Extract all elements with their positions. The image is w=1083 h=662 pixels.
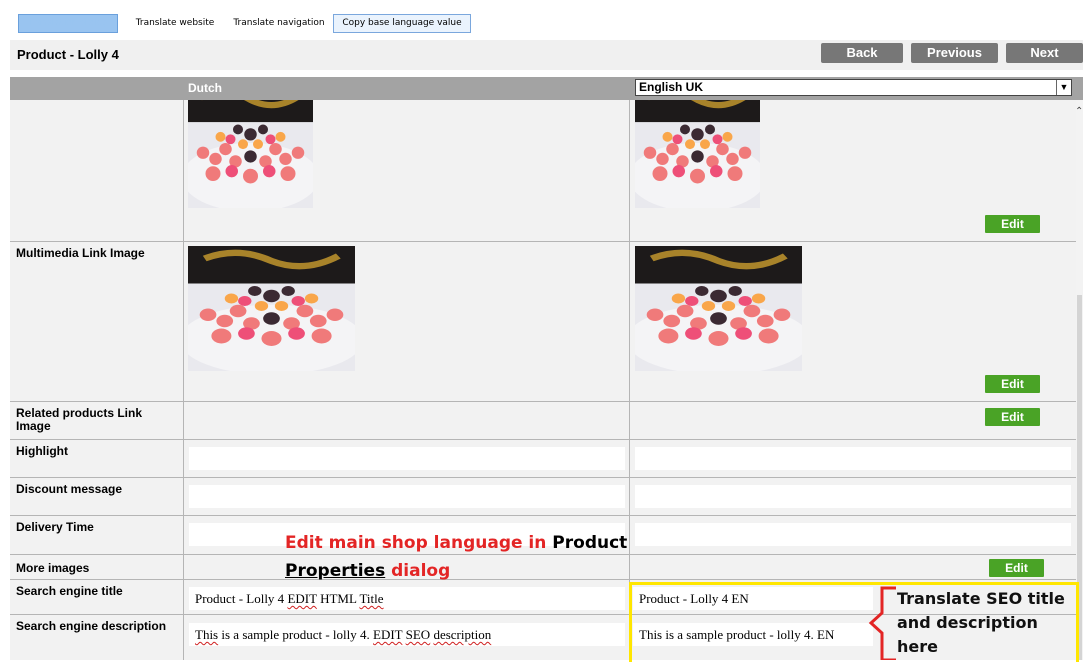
multimedia-image	[635, 246, 802, 371]
annotation-text: Product	[552, 533, 628, 553]
dutch-cell	[184, 100, 630, 241]
english-cell: Edit	[630, 100, 1076, 241]
tab-translate-website[interactable]: Translate website	[130, 14, 220, 33]
table-row-related: Related products Link Image Edit	[10, 402, 1076, 440]
annotation-text: Edit main shop language in	[285, 533, 553, 553]
misspelled-word: This	[195, 627, 219, 642]
misspelled-word: EDIT	[287, 591, 317, 606]
copy-base-language-button[interactable]: Copy base language value	[333, 14, 471, 33]
edit-more-images-button[interactable]: Edit	[989, 559, 1044, 577]
row-label: Discount message	[10, 478, 184, 515]
text-segment: HTML	[316, 591, 360, 606]
annotation-link: Properties	[285, 561, 386, 581]
edit-image-button[interactable]: Edit	[985, 215, 1040, 233]
english-cell	[630, 516, 1076, 554]
misspelled-word: Title	[359, 591, 384, 606]
chevron-down-icon[interactable]: ▼	[1056, 80, 1071, 95]
dutch-cell: Product - Lolly 4 EDIT HTML Title	[184, 580, 630, 614]
row-label	[10, 100, 184, 241]
next-button[interactable]: Next	[1006, 43, 1083, 63]
annotation-text: dialog	[385, 561, 451, 581]
scroll-up-icon[interactable]: ⌃	[1075, 106, 1083, 117]
multimedia-image	[188, 246, 355, 371]
row-label: Delivery Time	[10, 516, 184, 554]
seo-title-dutch-input[interactable]: Product - Lolly 4 EDIT HTML Title	[189, 587, 625, 610]
tab-strip: Translation dialog Translate website Tra…	[0, 0, 1083, 40]
row-label: Highlight	[10, 440, 184, 477]
row-label: Search engine title	[10, 580, 184, 614]
base-language-label: Dutch	[188, 81, 222, 95]
seo-description-dutch-input[interactable]: This is a sample product - lolly 4. EDIT…	[189, 623, 625, 646]
table-row-image: Edit	[10, 100, 1076, 242]
discount-dutch-input[interactable]	[189, 485, 625, 508]
english-cell: Edit	[630, 402, 1076, 439]
misspelled-word: EDIT	[373, 627, 403, 642]
edit-related-button[interactable]: Edit	[985, 408, 1040, 426]
text-segment: is a sample product - lolly 4.	[218, 627, 374, 642]
highlight-english-input[interactable]	[635, 447, 1071, 470]
english-cell	[630, 440, 1076, 477]
table-row-multimedia: Multimedia Link Image Edit	[10, 242, 1076, 402]
page-title: Product - Lolly 4	[17, 47, 119, 62]
text-segment: Product - Lolly 4	[195, 591, 288, 606]
back-button[interactable]: Back	[821, 43, 903, 63]
table-row-discount: Discount message	[10, 478, 1076, 516]
annotation-edit-main-language: Edit main shop language in Product Prope…	[285, 529, 645, 585]
tab-translation-dialog[interactable]: Translation dialog	[18, 14, 118, 33]
row-label: Search engine description	[10, 615, 184, 660]
delivery-english-input[interactable]	[635, 523, 1071, 546]
tab-translate-navigation[interactable]: Translate navigation	[230, 14, 328, 33]
table-row-highlight: Highlight	[10, 440, 1076, 478]
discount-english-input[interactable]	[635, 485, 1071, 508]
product-image	[635, 100, 760, 208]
target-language-select[interactable]: English UK ▼	[635, 79, 1072, 96]
row-label: Multimedia Link Image	[10, 242, 184, 401]
english-cell	[630, 478, 1076, 515]
dutch-cell	[184, 242, 630, 401]
dutch-cell	[184, 478, 630, 515]
dutch-cell	[184, 440, 630, 477]
annotation-translate-seo: Translate SEO title and description here	[897, 589, 1065, 656]
english-cell: Edit	[630, 242, 1076, 401]
highlight-dutch-input[interactable]	[189, 447, 625, 470]
row-label: Related products Link Image	[10, 402, 184, 439]
edit-multimedia-button[interactable]: Edit	[985, 375, 1040, 393]
column-header: Dutch English UK ▼	[10, 77, 1083, 100]
misspelled-word: SEO	[405, 627, 431, 642]
title-bar: Product - Lolly 4 Back Previous Next	[10, 40, 1083, 70]
row-label: More images	[10, 555, 184, 579]
product-image	[188, 100, 313, 208]
target-language-value: English UK	[639, 80, 704, 94]
dutch-cell	[184, 402, 630, 439]
misspelled-word: description	[433, 627, 492, 642]
dutch-cell: This is a sample product - lolly 4. EDIT…	[184, 615, 630, 660]
english-cell: Edit	[630, 555, 1076, 579]
previous-button[interactable]: Previous	[911, 43, 998, 63]
bracket-arrow-icon	[868, 586, 896, 660]
